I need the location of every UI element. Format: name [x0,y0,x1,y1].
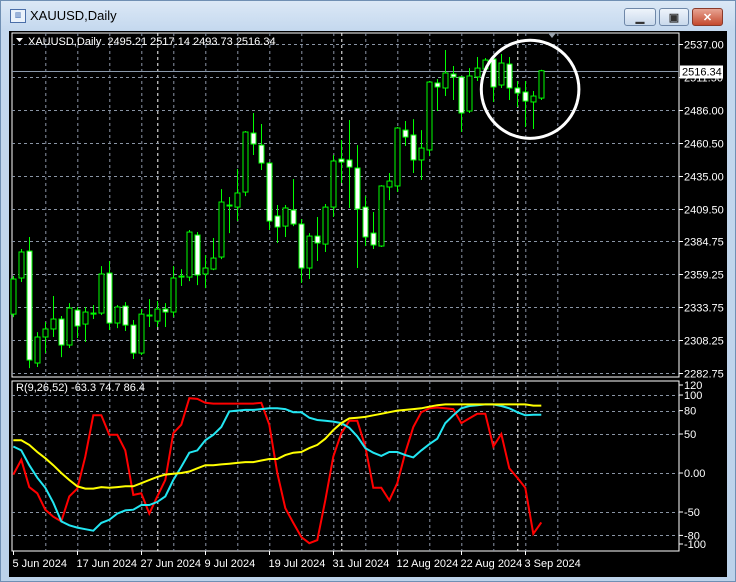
bear-candle [162,308,169,313]
indicator-header: R(9,26,52) -63.3 74.7 86.4 [16,382,145,394]
bull-candle [178,275,185,278]
chart-shift-marker-icon [548,33,556,38]
date-axis-label: 12 Aug 2024 [397,558,459,570]
bull-candle [170,277,177,313]
bull-candle [474,67,481,78]
date-axis-label: 17 Jun 2024 [77,558,138,570]
price-axis-label: 2282.75 [684,369,724,381]
bear-candle [26,250,33,361]
chart-canvas[interactable]: 2537.002511.502486.002460.502435.002409.… [0,0,736,582]
bull-candle [234,192,241,208]
bull-candle [306,235,313,269]
bear-candle [298,223,305,269]
price-axis-label: 2384.75 [684,237,724,249]
chart-header: XAUUSD,Daily 2495.21 2517.14 2493.73 2516… [28,36,276,48]
bear-candle [514,87,521,94]
price-axis-label: 2435.00 [684,172,724,184]
bear-candle [402,129,409,138]
bear-candle [266,162,273,222]
bear-candle [522,91,529,102]
bear-candle [346,159,353,168]
bull-candle [378,185,385,247]
bull-candle [322,206,329,245]
bull-candle [442,72,449,89]
bull-candle [426,81,433,151]
bull-candle [386,180,393,188]
dropdown-triangle-icon[interactable] [16,38,23,42]
bull-candle [42,328,49,338]
date-axis-label: 5 Jun 2024 [13,558,67,570]
bear-candle [226,204,233,207]
bear-candle [106,272,113,324]
bear-candle [130,324,137,354]
bull-candle [50,318,57,330]
price-axis-label: 2308.25 [684,336,724,348]
bear-candle [258,144,265,164]
indicator-axis-label: 0.00 [684,468,705,480]
indicator-axis-label: 100 [684,390,702,402]
bull-candle [114,306,121,324]
indicator-panel-border [11,380,680,552]
bull-candle [538,70,545,99]
bull-candle [138,313,145,354]
bull-candle [154,308,161,322]
bear-candle [370,232,377,246]
bull-candle [90,312,97,315]
bull-candle [10,278,17,315]
highlight-circle [479,38,581,140]
current-price-label: 2516.34 [682,67,722,79]
bull-candle [242,131,249,193]
bear-candle [194,234,201,276]
price-axis-label: 2359.25 [684,270,724,282]
bull-candle [18,251,25,279]
bear-candle [450,73,457,78]
price-axis-label: 2460.50 [684,139,724,151]
bear-candle [314,235,321,244]
bull-candle [498,62,505,86]
indicator-axis-label: -50 [684,507,700,519]
bull-candle [186,231,193,278]
bear-candle [290,209,297,225]
bull-candle [202,267,209,275]
bear-candle [74,309,81,327]
price-axis-label: 2333.75 [684,303,724,315]
indicator-axis-label: 80 [684,406,696,418]
date-axis-label: 3 Sep 2024 [525,558,581,570]
bull-candle [330,160,337,208]
bull-candle [218,201,225,258]
date-axis-label: 27 Jun 2024 [141,558,202,570]
bear-candle [58,318,65,346]
bear-candle [338,158,345,163]
bull-candle [34,336,41,364]
indicator-axis-label: -100 [684,539,706,551]
price-axis-label: 2486.00 [684,106,724,118]
bull-candle [394,127,401,187]
bear-candle [250,132,257,145]
bear-candle [410,134,417,161]
bear-candle [274,215,281,228]
bear-candle [434,82,441,88]
bull-candle [282,207,289,227]
bull-candle [98,273,105,314]
price-axis-label: 2409.50 [684,205,724,217]
indicator-axis-label: 50 [684,429,696,441]
bear-candle [506,63,513,89]
bull-candle [66,307,73,346]
date-axis-label: 22 Aug 2024 [461,558,523,570]
bull-candle [146,314,153,317]
date-axis-label: 9 Jul 2024 [205,558,256,570]
bear-candle [122,305,129,326]
bull-candle [418,147,425,161]
bear-candle [490,58,497,88]
price-axis-label: 2537.00 [684,40,724,52]
date-axis-label: 31 Jul 2024 [333,558,390,570]
bull-candle [82,311,89,325]
bear-candle [362,206,369,238]
date-axis-label: 19 Jul 2024 [269,558,326,570]
bear-candle [458,76,465,114]
bull-candle [210,257,217,270]
bull-candle [530,95,537,103]
bear-candle [354,167,361,210]
bull-candle [466,75,473,112]
